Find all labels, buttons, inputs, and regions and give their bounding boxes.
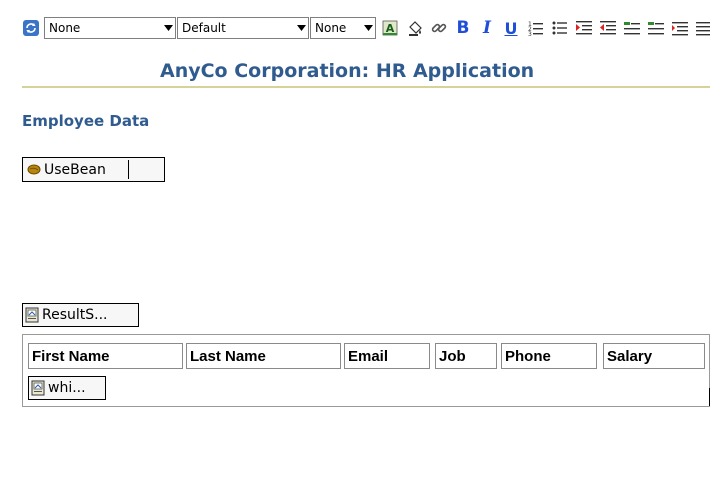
header-first-name: First Name <box>28 343 183 369</box>
employee-table: First Name Last Name Email Job Phone Sal… <box>22 334 710 407</box>
resultset-tag[interactable]: ResultS... <box>22 303 139 327</box>
chevron-down-icon <box>161 25 175 31</box>
refresh-icon[interactable] <box>20 17 42 39</box>
highlight-icon[interactable]: A <box>379 17 401 39</box>
bean-icon <box>27 164 41 175</box>
header-phone: Phone <box>501 343 597 369</box>
indent-icon[interactable] <box>573 17 595 39</box>
chevron-down-icon <box>361 25 375 31</box>
usebean-tag[interactable]: UseBean <box>22 157 165 182</box>
numbered-list-icon[interactable] <box>621 17 643 39</box>
header-job: Job <box>435 343 497 369</box>
bold-label: B <box>456 18 470 38</box>
text-cursor <box>709 388 710 406</box>
indent-icon[interactable] <box>669 17 691 39</box>
bulleted-list-icon[interactable] <box>549 17 571 39</box>
numbered-list-icon[interactable]: 1 2 3 <box>525 17 547 39</box>
fill-color-icon[interactable] <box>404 17 426 39</box>
outdent-icon[interactable] <box>597 17 619 39</box>
bold-icon[interactable]: B <box>452 17 474 39</box>
font-select-value: Default <box>182 21 226 35</box>
while-tag[interactable]: whi... <box>28 376 106 400</box>
header-salary: Salary <box>603 343 705 369</box>
title-divider <box>22 86 710 88</box>
font-select[interactable]: Default <box>177 17 309 39</box>
chevron-down-icon <box>294 25 308 31</box>
size-select[interactable]: None <box>310 17 376 39</box>
script-icon <box>25 307 41 323</box>
link-icon[interactable] <box>428 17 450 39</box>
usebean-label: UseBean <box>44 161 106 178</box>
resultset-label: ResultS... <box>42 307 108 323</box>
editor-toolbar: None Default None A B I U 1 2 3 <box>0 0 715 44</box>
bulleted-list-icon[interactable] <box>645 17 667 39</box>
script-icon <box>31 380 47 396</box>
style-select-value: None <box>49 21 81 35</box>
align-icon[interactable] <box>693 17 715 39</box>
underline-label: U <box>504 18 518 38</box>
size-select-value: None <box>315 21 347 35</box>
underline-icon[interactable]: U <box>500 17 522 39</box>
header-last-name: Last Name <box>186 343 341 369</box>
svg-text:3: 3 <box>528 31 532 37</box>
section-title: Employee Data <box>22 112 150 130</box>
italic-icon[interactable]: I <box>476 17 498 39</box>
while-label: whi... <box>48 380 86 396</box>
style-select[interactable]: None <box>44 17 176 39</box>
italic-label: I <box>483 18 491 38</box>
header-email: Email <box>344 343 430 369</box>
page-title: AnyCo Corporation: HR Application <box>160 60 535 82</box>
caret-divider <box>128 160 129 179</box>
toolbar-row: None Default None A B I U 1 2 3 <box>0 16 715 42</box>
